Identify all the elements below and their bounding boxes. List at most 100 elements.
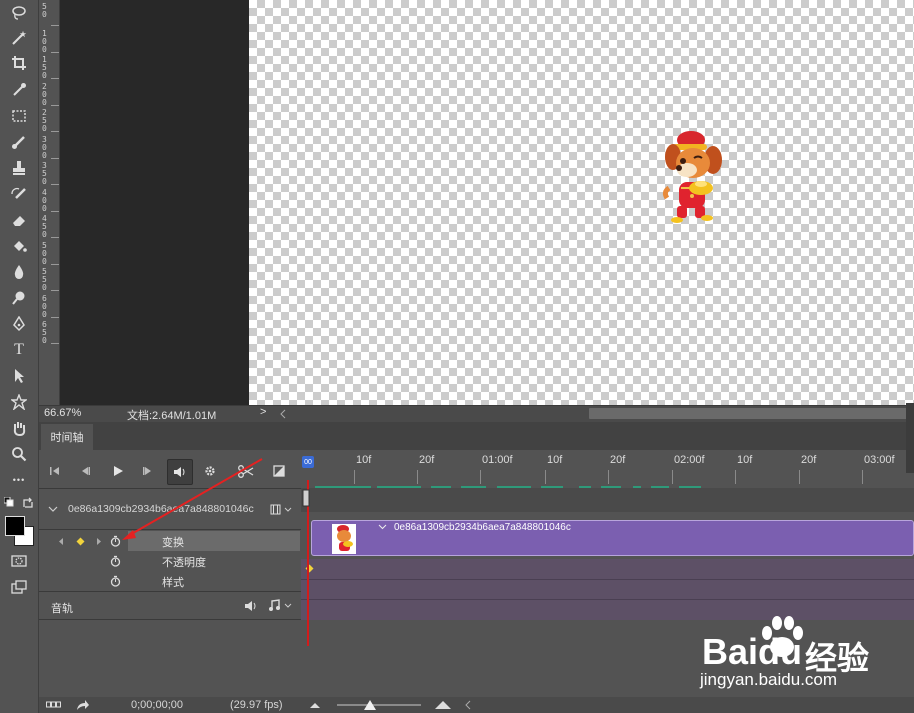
ruler-tick: [51, 343, 59, 344]
convert-to-frame-animation-icon[interactable]: [46, 701, 62, 709]
swap-colors-icon[interactable]: [22, 497, 34, 512]
speaker-icon: [174, 467, 185, 477]
property-label: 变换: [162, 537, 184, 549]
screen-mode-icon[interactable]: [8, 577, 30, 597]
work-area-bar[interactable]: [301, 488, 914, 512]
next-keyframe-icon[interactable]: [96, 537, 102, 546]
music-note-icon[interactable]: [268, 599, 280, 611]
more-icon[interactable]: •••: [8, 470, 30, 490]
film-strip-icon[interactable]: [270, 504, 281, 515]
footer-scroll-left-icon[interactable]: [464, 700, 472, 710]
document-canvas[interactable]: [249, 0, 914, 405]
playhead-handle[interactable]: 00: [302, 456, 314, 468]
dodge-icon[interactable]: [8, 288, 30, 308]
zoom-out-mountain-icon[interactable]: [309, 701, 321, 709]
ruler-label: 500: [42, 240, 47, 266]
pasteboard: [60, 0, 249, 405]
status-menu-arrow[interactable]: >: [260, 406, 266, 418]
shape-icon[interactable]: [8, 392, 30, 412]
property-row-style[interactable]: 样式: [39, 571, 300, 591]
ruler-label: 650: [42, 320, 47, 345]
crop-icon[interactable]: [8, 53, 30, 73]
scroll-left-icon[interactable]: [279, 409, 287, 419]
chevron-down-icon[interactable]: [48, 506, 58, 513]
cache-indicator-segment: [579, 486, 591, 488]
timeline-zoom-slider[interactable]: [337, 704, 421, 706]
split-scissors-icon[interactable]: [237, 462, 255, 480]
style-keyframe-lane[interactable]: [301, 599, 914, 620]
marquee-icon[interactable]: [8, 106, 30, 126]
add-keyframe-icon[interactable]: [76, 537, 85, 546]
previous-frame-icon[interactable]: [76, 462, 94, 480]
tab-timeline[interactable]: 时间轴: [41, 424, 93, 450]
speaker-icon[interactable]: [244, 600, 258, 612]
render-video-icon[interactable]: [76, 699, 90, 711]
go-to-first-frame-icon[interactable]: [46, 462, 64, 480]
transition-icon[interactable]: [270, 462, 288, 480]
property-label: 不透明度: [162, 557, 206, 569]
video-clip[interactable]: 0e86a1309cb2934b6aea7a848801046c: [311, 520, 914, 556]
zoom-in-mountain-icon[interactable]: [434, 700, 452, 710]
zoom-slider-thumb[interactable]: [363, 699, 377, 711]
layer-menu-chevron-icon[interactable]: [284, 507, 292, 513]
cache-indicator-segment: [633, 486, 641, 488]
audio-track-row[interactable]: 音轨: [39, 593, 300, 619]
watermark-url: jingyan.baidu.com: [700, 670, 838, 689]
stopwatch-icon[interactable]: [110, 575, 121, 587]
ruler-tick: [51, 131, 59, 132]
time-ruler-tick: [735, 470, 736, 484]
foreground-color-swatch[interactable]: [5, 516, 25, 536]
blur-icon[interactable]: [8, 262, 30, 282]
previous-keyframe-icon[interactable]: [58, 537, 64, 546]
layer-row[interactable]: 0e86a1309cb2934b6aea7a848801046c: [39, 490, 300, 528]
time-ruler-tick: [417, 470, 418, 484]
time-ruler-tick: [545, 470, 546, 484]
horizontal-scrollbar[interactable]: [589, 408, 909, 419]
type-icon[interactable]: T: [8, 340, 30, 360]
zoom-level[interactable]: 66.67%: [44, 407, 81, 419]
pen-icon[interactable]: [8, 314, 30, 334]
clip-chevron-icon[interactable]: [378, 524, 387, 530]
lasso-icon[interactable]: [8, 3, 30, 23]
brush-icon[interactable]: [8, 132, 30, 152]
eraser-icon[interactable]: [8, 210, 30, 230]
ruler-tick: [51, 157, 59, 159]
paint-bucket-icon[interactable]: [8, 236, 30, 256]
stamp-icon[interactable]: [8, 158, 30, 178]
quick-mask-icon[interactable]: [8, 551, 30, 571]
audio-menu-chevron-icon[interactable]: [284, 603, 292, 609]
path-select-icon[interactable]: [8, 366, 30, 386]
time-ruler-label: 10f: [356, 454, 372, 466]
audio-track-label: 音轨: [51, 603, 73, 615]
time-ruler-tick: [480, 470, 481, 484]
settings-gear-icon[interactable]: [201, 462, 219, 480]
panel-collapse-strip[interactable]: [906, 403, 914, 473]
ruler-label: 300: [42, 134, 47, 160]
tools-panel: T •••: [0, 0, 39, 713]
opacity-keyframe-lane[interactable]: [301, 579, 914, 600]
stopwatch-icon[interactable]: [110, 555, 121, 567]
property-row-opacity[interactable]: 不透明度: [39, 551, 300, 571]
next-frame-icon[interactable]: [139, 462, 157, 480]
cache-indicator-segment: [431, 486, 451, 488]
work-area-start-handle[interactable]: [302, 488, 312, 512]
zoom-icon[interactable]: [8, 444, 30, 464]
play-icon[interactable]: [109, 462, 127, 480]
history-brush-icon[interactable]: [8, 184, 30, 204]
ruler-label: 50: [42, 2, 47, 19]
time-ruler-label: 20f: [419, 454, 435, 466]
eyedropper-icon[interactable]: [8, 80, 30, 100]
audio-toggle-button[interactable]: [167, 459, 193, 485]
property-row-transform[interactable]: 变换: [39, 531, 300, 551]
cache-indicator-segment: [601, 486, 621, 488]
ruler-tick: [51, 78, 59, 79]
time-ruler-tick: [354, 470, 355, 484]
current-timecode[interactable]: 0;00;00;00: [131, 699, 183, 711]
time-ruler-tick: [608, 470, 609, 484]
stopwatch-icon[interactable]: [110, 535, 121, 547]
magic-wand-icon[interactable]: [8, 28, 30, 48]
default-colors-icon[interactable]: [3, 496, 14, 510]
cache-indicator-segment: [377, 486, 421, 488]
transform-keyframe-lane[interactable]: [301, 559, 914, 579]
hand-icon[interactable]: [8, 418, 30, 438]
